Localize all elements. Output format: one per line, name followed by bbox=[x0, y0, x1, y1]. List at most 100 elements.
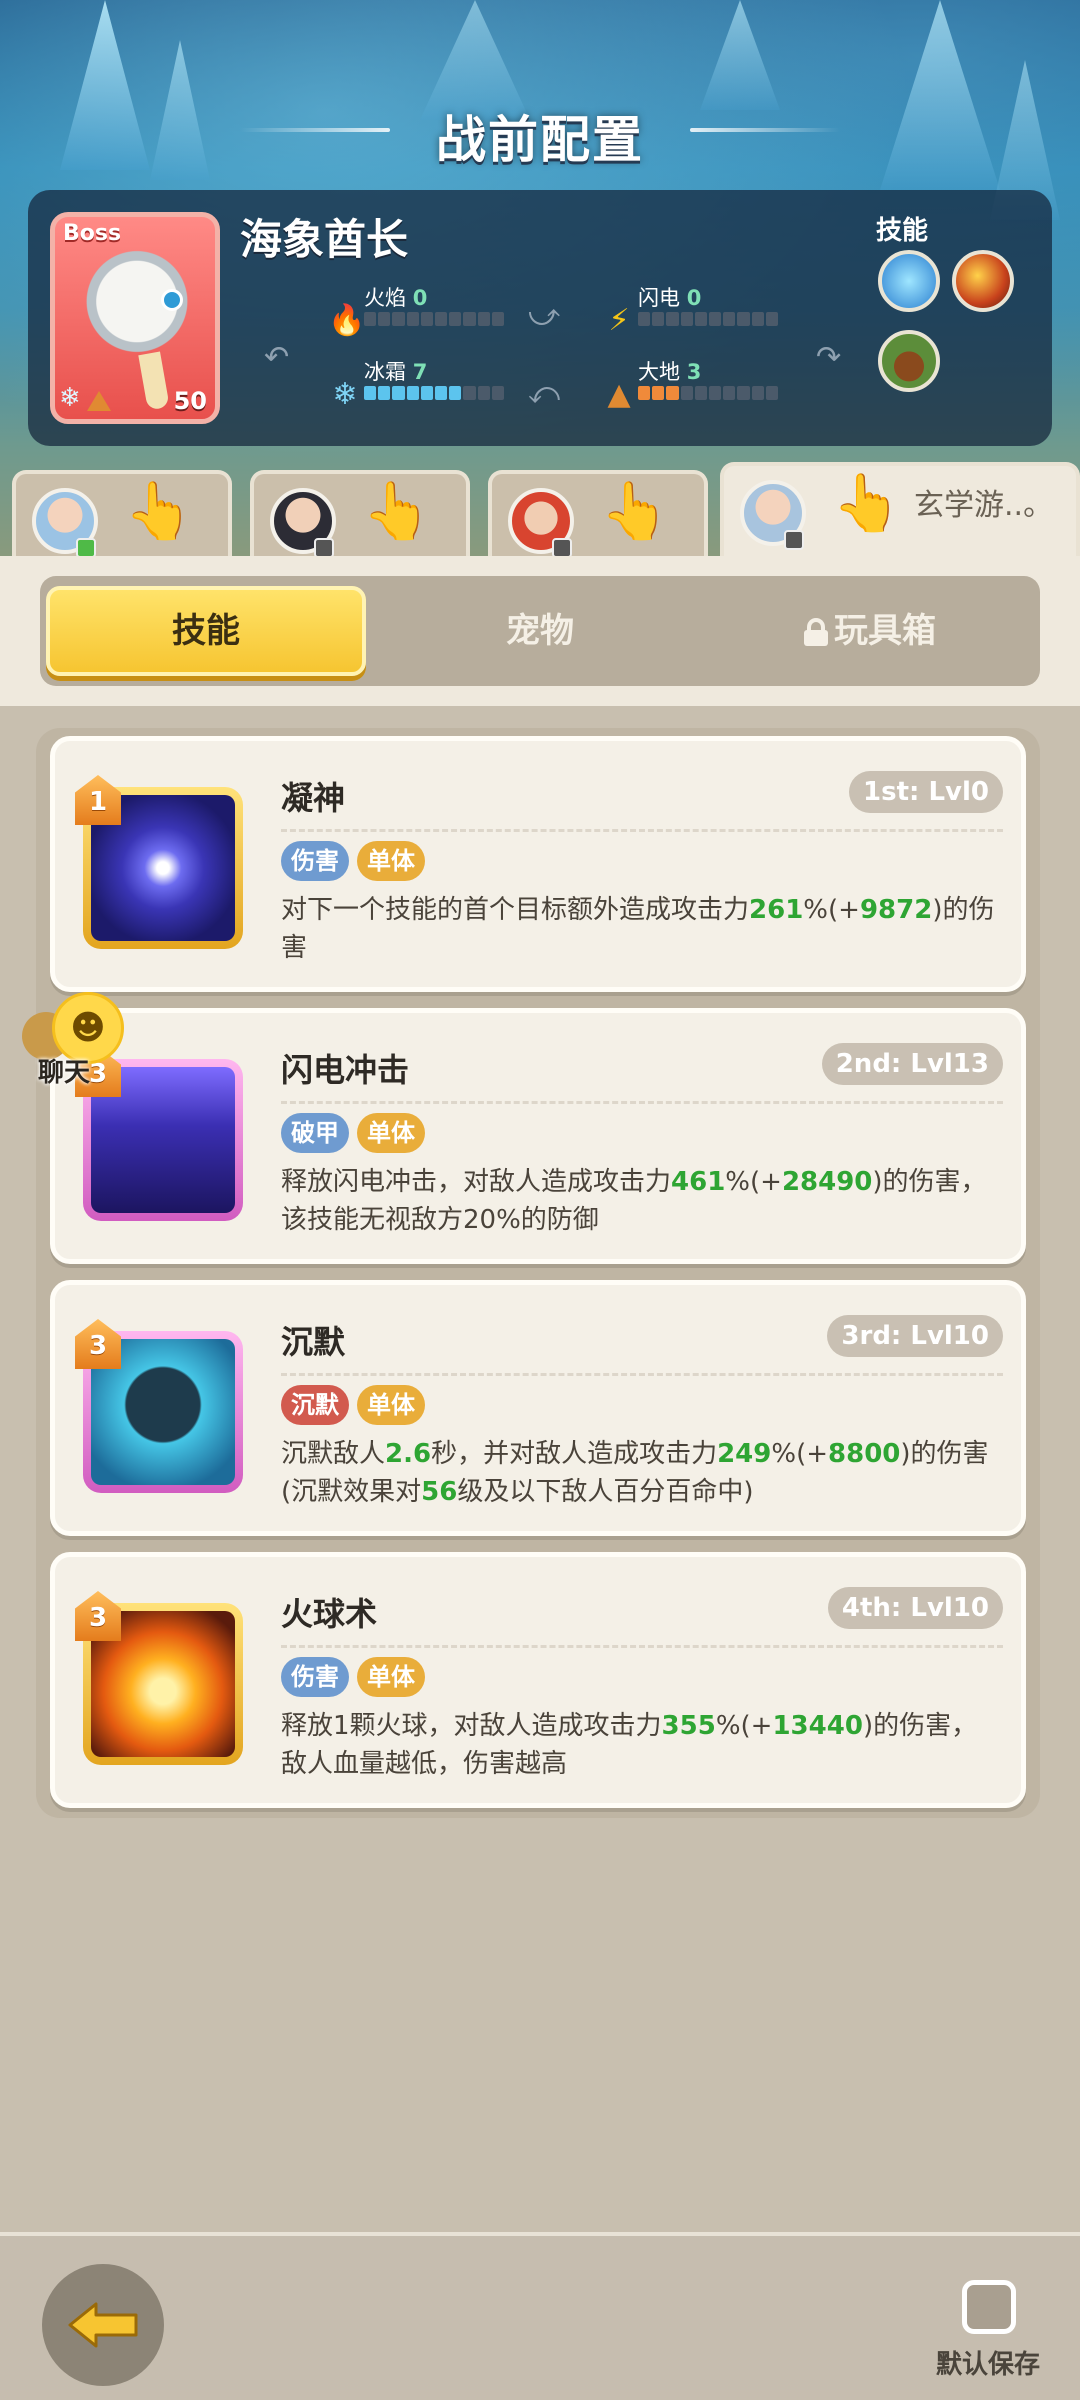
stat-bar-segment bbox=[463, 386, 476, 400]
hero-name: 玄学游..。 bbox=[914, 488, 1054, 523]
stat-bar bbox=[364, 386, 505, 400]
divider bbox=[281, 829, 1003, 832]
skill-rank-badge: 3 bbox=[75, 1319, 121, 1369]
hero-badge bbox=[76, 538, 96, 558]
stat-label: 大地 bbox=[638, 360, 680, 384]
desc-text: %(+ bbox=[715, 1711, 773, 1741]
skill-tag: 伤害 bbox=[281, 1657, 349, 1697]
skill-card-1[interactable]: 1 凝神 1st: Lvl0 伤害 单体 对下一个技能的首个目标额外造成攻击力2… bbox=[50, 736, 1026, 992]
stat-label: 火焰 bbox=[364, 286, 406, 310]
divider bbox=[281, 1101, 1003, 1104]
tab-skills[interactable]: 技能 bbox=[46, 586, 366, 676]
stat-value: 0 bbox=[412, 286, 428, 310]
stat-bar-segment bbox=[666, 312, 679, 326]
skill-level-badge: 4th: Lvl10 bbox=[827, 1587, 1003, 1629]
skill-description: 释放1颗火球，对敌人造成攻击力355%(+13440)的伤害，敌人血量越低，伤害… bbox=[281, 1707, 1003, 1783]
earth-icon bbox=[87, 391, 111, 411]
boss-skill-ice-icon[interactable] bbox=[878, 250, 940, 312]
skill-level-badge: 3rd: Lvl10 bbox=[827, 1315, 1003, 1357]
stat-bar bbox=[364, 312, 505, 326]
skill-tag: 单体 bbox=[357, 1657, 425, 1697]
stat-value: 3 bbox=[686, 360, 702, 384]
skill-name: 闪电冲击 bbox=[281, 1051, 410, 1089]
skill-description: 沉默敌人2.6秒，并对敌人造成攻击力249%(+8800)的伤害(沉默效果对56… bbox=[281, 1435, 1003, 1511]
stat-bar-segment bbox=[477, 386, 490, 400]
stat-label: 冰霜 bbox=[364, 360, 406, 384]
stat-bar-segment bbox=[449, 386, 462, 400]
stat-bar-segment bbox=[652, 312, 665, 326]
skill-name: 火球术 bbox=[281, 1595, 378, 1633]
stat-bar-segment bbox=[463, 312, 476, 326]
divider bbox=[281, 1373, 1003, 1376]
stat-bar-segment bbox=[477, 312, 490, 326]
stat-bar-segment bbox=[449, 312, 462, 326]
stat-bar-segment bbox=[420, 386, 434, 400]
desc-value: 9872 bbox=[859, 895, 933, 925]
page-title: 战前配置 bbox=[436, 111, 644, 169]
stat-bar-segment bbox=[406, 312, 419, 326]
divider bbox=[281, 1645, 1003, 1648]
skill-rank-badge: 1 bbox=[75, 775, 121, 825]
stat-bar-segment bbox=[638, 386, 651, 400]
hero-slot-3[interactable]: 👆 bbox=[488, 470, 708, 562]
skill-description: 释放闪电冲击，对敌人造成攻击力461%(+28490)的伤害，该技能无视敌方20… bbox=[281, 1163, 1003, 1239]
stat-bar-segment bbox=[765, 386, 779, 400]
stat-bar-segment bbox=[723, 386, 736, 400]
skill-tags: 伤害 单体 bbox=[281, 1657, 425, 1697]
boss-portrait bbox=[73, 243, 201, 411]
stat-bar-segment bbox=[364, 386, 377, 400]
stat-bar-segment bbox=[420, 312, 434, 326]
tab-bar: 技能 宠物 玩具箱 bbox=[40, 576, 1040, 686]
skill-card-4[interactable]: 3 火球术 4th: Lvl10 伤害 单体 释放1颗火球，对敌人造成攻击力35… bbox=[50, 1552, 1026, 1808]
stat-bar-segment bbox=[723, 312, 736, 326]
hero-slot-1[interactable]: 👆 bbox=[12, 470, 232, 562]
boss-skill-fire-icon[interactable] bbox=[952, 250, 1014, 312]
desc-value: 2.6 bbox=[385, 1439, 432, 1469]
desc-text: 释放闪电冲击，对敌人造成攻击力 bbox=[281, 1167, 672, 1197]
stat-bar-segment bbox=[694, 312, 708, 326]
boss-skill-earth-icon[interactable] bbox=[878, 330, 940, 392]
stat-bar-segment bbox=[680, 312, 693, 326]
back-button[interactable] bbox=[42, 2264, 164, 2386]
stat-bar-segment bbox=[638, 312, 651, 326]
skill-card-3[interactable]: 3 沉默 3rd: Lvl10 沉默 单体 沉默敌人2.6秒，并对敌人造成攻击力… bbox=[50, 1280, 1026, 1536]
boss-level: 50 bbox=[173, 387, 207, 415]
hero-badge bbox=[314, 538, 334, 558]
stat-bar-segment bbox=[364, 312, 377, 326]
hero-slot-4[interactable]: 👆 玄学游..。 bbox=[720, 462, 1080, 562]
desc-text: 秒，并对敌人造成攻击力 bbox=[431, 1439, 718, 1469]
stat-bar-segment bbox=[737, 312, 750, 326]
skill-tag: 沉默 bbox=[281, 1385, 349, 1425]
skill-level-badge: 2nd: Lvl13 bbox=[821, 1043, 1003, 1085]
desc-value: 28490 bbox=[781, 1167, 873, 1197]
tab-pets[interactable]: 宠物 bbox=[380, 586, 700, 676]
tab-toybox[interactable]: 玩具箱 bbox=[710, 586, 1030, 676]
back-arrow-icon bbox=[68, 2302, 138, 2348]
hero-slot-2[interactable]: 👆 bbox=[250, 470, 470, 562]
desc-text: %(+ bbox=[771, 1439, 829, 1469]
skill-description: 对下一个技能的首个目标额外造成攻击力261%(+9872)的伤害 bbox=[281, 891, 1003, 967]
skill-tag: 单体 bbox=[357, 841, 425, 881]
default-save-checkbox[interactable] bbox=[962, 2280, 1016, 2334]
skill-rank-badge: 3 bbox=[75, 1591, 121, 1641]
stat-bar-segment bbox=[392, 312, 405, 326]
tap-hand-icon: 👆 bbox=[124, 479, 194, 544]
skill-tag: 破甲 bbox=[281, 1113, 349, 1153]
stat-bar-segment bbox=[709, 386, 722, 400]
skill-name: 凝神 bbox=[281, 779, 346, 817]
boss-card[interactable]: Boss ❄ 50 bbox=[50, 212, 220, 424]
skill-card-2[interactable]: 3 闪电冲击 2nd: Lvl13 破甲 单体 释放闪电冲击，对敌人造成攻击力4… bbox=[50, 1008, 1026, 1264]
skill-tags: 伤害 单体 bbox=[281, 841, 425, 881]
stat-bar-segment bbox=[491, 386, 505, 400]
stat-bar-segment bbox=[491, 312, 505, 326]
desc-text: %(+ bbox=[803, 895, 860, 925]
desc-text: 沉默敌人 bbox=[281, 1439, 386, 1469]
stat-bar-segment bbox=[378, 312, 391, 326]
chat-button[interactable]: ☻ 聊天 bbox=[18, 992, 138, 1092]
hero-badge bbox=[784, 530, 804, 550]
desc-value: 13440 bbox=[772, 1711, 863, 1741]
snowflake-icon: ❄ bbox=[59, 383, 81, 413]
desc-text: %(+ bbox=[725, 1167, 782, 1197]
boss-name: 海象酋长 bbox=[240, 215, 409, 264]
swap-arrow-icon: ↷ bbox=[816, 340, 842, 375]
